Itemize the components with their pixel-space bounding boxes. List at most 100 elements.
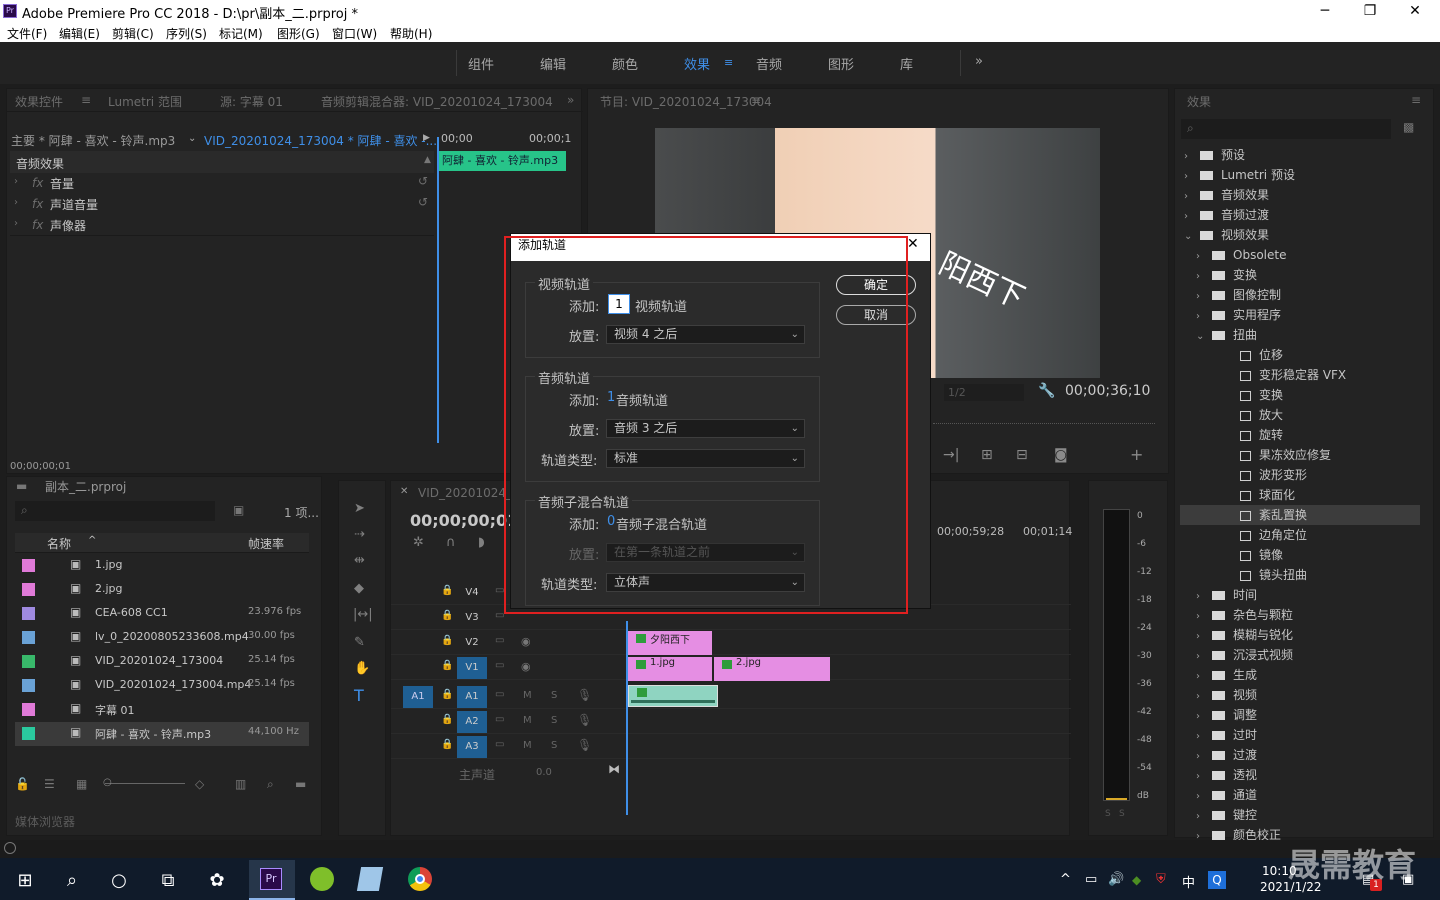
effects-tree-item[interactable]: 镜头扭曲 xyxy=(1180,565,1420,585)
effects-tree-item[interactable]: › 杂色与颗粒 xyxy=(1180,605,1420,625)
menu-graphics[interactable]: 图形(G) xyxy=(277,25,320,42)
chevron-right-icon[interactable]: › xyxy=(1196,307,1208,327)
volume-icon[interactable]: 🔊 xyxy=(1108,872,1124,887)
menu-help[interactable]: 帮助(H) xyxy=(390,25,432,42)
network-icon[interactable]: ▭ xyxy=(1085,872,1097,887)
effects-tree-item[interactable]: 位移 xyxy=(1180,345,1420,365)
effects-tree-item[interactable]: › 图像控制 xyxy=(1180,285,1420,305)
maximize-button[interactable]: ❐ xyxy=(1347,0,1393,22)
effects-search-input[interactable]: ⌕ xyxy=(1181,119,1391,139)
chevron-right-icon[interactable]: › xyxy=(1184,167,1196,187)
effects-tree-item[interactable]: › 时间 xyxy=(1180,585,1420,605)
tray-chevron-icon[interactable]: ^ xyxy=(1060,872,1071,887)
effects-tree-item[interactable]: › 实用程序 xyxy=(1180,305,1420,325)
effects-tree-item[interactable]: 波形变形 xyxy=(1180,465,1420,485)
chevron-down-icon[interactable]: ⌄ xyxy=(1184,227,1196,247)
workspace-assembly[interactable]: 组件 xyxy=(468,54,494,73)
menu-file[interactable]: 文件(F) xyxy=(7,25,47,42)
chevron-right-icon[interactable]: › xyxy=(1196,727,1208,747)
video-add-count-input[interactable]: 1 xyxy=(608,294,630,314)
chevron-down-icon[interactable]: ⌄ xyxy=(1196,327,1208,347)
melon-app-icon[interactable] xyxy=(310,867,334,891)
tab-menu-icon[interactable]: ≡ xyxy=(81,93,91,107)
chrome-icon[interactable] xyxy=(408,867,432,891)
security-icon[interactable]: ⛨ xyxy=(1156,872,1166,887)
effects-tree-item[interactable]: 边角定位 xyxy=(1180,525,1420,545)
audio-add-count[interactable]: 1 xyxy=(607,390,615,405)
workspace-menu-icon[interactable]: ≡ xyxy=(724,56,733,69)
chevron-down-icon[interactable]: ⌄ xyxy=(188,133,196,144)
chevron-right-icon[interactable]: › xyxy=(1196,647,1208,667)
effects-tree-item[interactable]: › Lumetri 预设 xyxy=(1180,165,1420,185)
effects-tree-item[interactable]: › Obsolete xyxy=(1180,245,1420,265)
workspace-graphics[interactable]: 图形 xyxy=(828,54,854,73)
submix-type-select[interactable]: 立体声 ⌄ xyxy=(606,573,805,592)
effects-tree-item[interactable]: 变形稳定器 VFX xyxy=(1180,365,1420,385)
notepad-app-icon[interactable] xyxy=(356,867,384,891)
minimize-button[interactable]: ─ xyxy=(1302,0,1348,22)
chevron-right-icon[interactable]: › xyxy=(1196,807,1208,827)
chevron-right-icon[interactable]: › xyxy=(1196,587,1208,607)
dialog-close-icon[interactable]: ✕ xyxy=(907,236,919,252)
effects-tree-item[interactable]: › 预设 xyxy=(1180,145,1420,165)
effects-tree-item[interactable]: 放大 xyxy=(1180,405,1420,425)
chevron-right-icon[interactable]: › xyxy=(1196,747,1208,767)
play-icon[interactable]: ▶ xyxy=(423,133,430,143)
qq-icon[interactable]: Q xyxy=(1208,871,1226,889)
audio-place-select[interactable]: 音频 3 之后 ⌄ xyxy=(606,419,805,438)
workspace-color[interactable]: 颜色 xyxy=(612,54,638,73)
chevron-right-icon[interactable]: › xyxy=(1196,267,1208,287)
tab-audio-clip-mixer[interactable]: 音频剪辑混合器: VID_20201024_173004 xyxy=(321,93,553,110)
cortana-icon[interactable]: ○ xyxy=(104,870,134,894)
effects-tree-item[interactable]: › 过时 xyxy=(1180,725,1420,745)
task-view-icon[interactable]: ⧉ xyxy=(153,870,183,894)
chevron-right-icon[interactable]: › xyxy=(1196,767,1208,787)
chevron-right-icon[interactable]: › xyxy=(1196,287,1208,307)
ok-button[interactable]: 确定 xyxy=(836,275,916,295)
workspace-overflow-icon[interactable]: » xyxy=(975,54,983,69)
effects-tree-item[interactable]: 紊乱置换 xyxy=(1180,505,1420,525)
premiere-taskbar-button[interactable]: Pr xyxy=(249,860,295,900)
effects-tree-item[interactable]: › 模糊与锐化 xyxy=(1180,625,1420,645)
chevron-right-icon[interactable]: › xyxy=(1196,607,1208,627)
effects-tree-item[interactable]: › 变换 xyxy=(1180,265,1420,285)
menu-clip[interactable]: 剪辑(C) xyxy=(112,25,154,42)
tab-source[interactable]: 源: 字幕 01 xyxy=(220,93,283,110)
panel-overflow-icon[interactable]: » xyxy=(567,93,574,107)
tab-effect-controls[interactable]: 效果控件 xyxy=(15,93,63,110)
close-button[interactable]: ✕ xyxy=(1392,0,1438,22)
menu-edit[interactable]: 编辑(E) xyxy=(59,25,100,42)
effects-tree-item[interactable]: › 沉浸式视频 xyxy=(1180,645,1420,665)
cancel-button[interactable]: 取消 xyxy=(836,305,916,325)
effects-tree-item[interactable]: › 调整 xyxy=(1180,705,1420,725)
chevron-right-icon[interactable]: › xyxy=(1196,707,1208,727)
nvidia-icon[interactable]: ◆ xyxy=(1132,873,1141,887)
search-icon[interactable]: ⌕ xyxy=(57,870,87,894)
chevron-right-icon[interactable]: › xyxy=(1196,247,1208,267)
effects-tree-item[interactable]: › 生成 xyxy=(1180,665,1420,685)
windows-start-icon[interactable]: ⊞ xyxy=(10,870,40,894)
effects-tree-item[interactable]: › 过渡 xyxy=(1180,745,1420,765)
ime-indicator[interactable]: 中 xyxy=(1182,872,1195,891)
effects-tree-item[interactable]: › 音频过渡 xyxy=(1180,205,1420,225)
effects-tree-item[interactable]: › 透视 xyxy=(1180,765,1420,785)
workspace-effects[interactable]: 效果 xyxy=(684,54,710,73)
effects-tree-item[interactable]: › 视频 xyxy=(1180,685,1420,705)
tab-lumetri-scopes[interactable]: Lumetri 范围 xyxy=(108,93,182,110)
effects-title[interactable]: 效果 xyxy=(1187,93,1211,110)
effects-tree-item[interactable]: ⌄ 扭曲 xyxy=(1180,325,1420,345)
submix-add-count[interactable]: 0 xyxy=(607,514,615,529)
video-place-select[interactable]: 视频 4 之后 ⌄ xyxy=(606,325,805,344)
chevron-right-icon[interactable]: › xyxy=(1196,687,1208,707)
program-monitor-title[interactable]: 节目: VID_20201024_173004 xyxy=(600,93,772,110)
workspace-audio[interactable]: 音频 xyxy=(756,54,782,73)
chevron-right-icon[interactable]: › xyxy=(1196,787,1208,807)
effects-tree-item[interactable]: 变换 xyxy=(1180,385,1420,405)
workspace-editing[interactable]: 编辑 xyxy=(540,54,566,73)
effects-tree-item[interactable]: 镜像 xyxy=(1180,545,1420,565)
chevron-right-icon[interactable]: › xyxy=(1184,207,1196,227)
effects-tree-item[interactable]: › 音频效果 xyxy=(1180,185,1420,205)
effects-tree-item[interactable]: 旋转 xyxy=(1180,425,1420,445)
menu-sequence[interactable]: 序列(S) xyxy=(166,25,207,42)
audio-type-select[interactable]: 标准 ⌄ xyxy=(606,449,805,468)
